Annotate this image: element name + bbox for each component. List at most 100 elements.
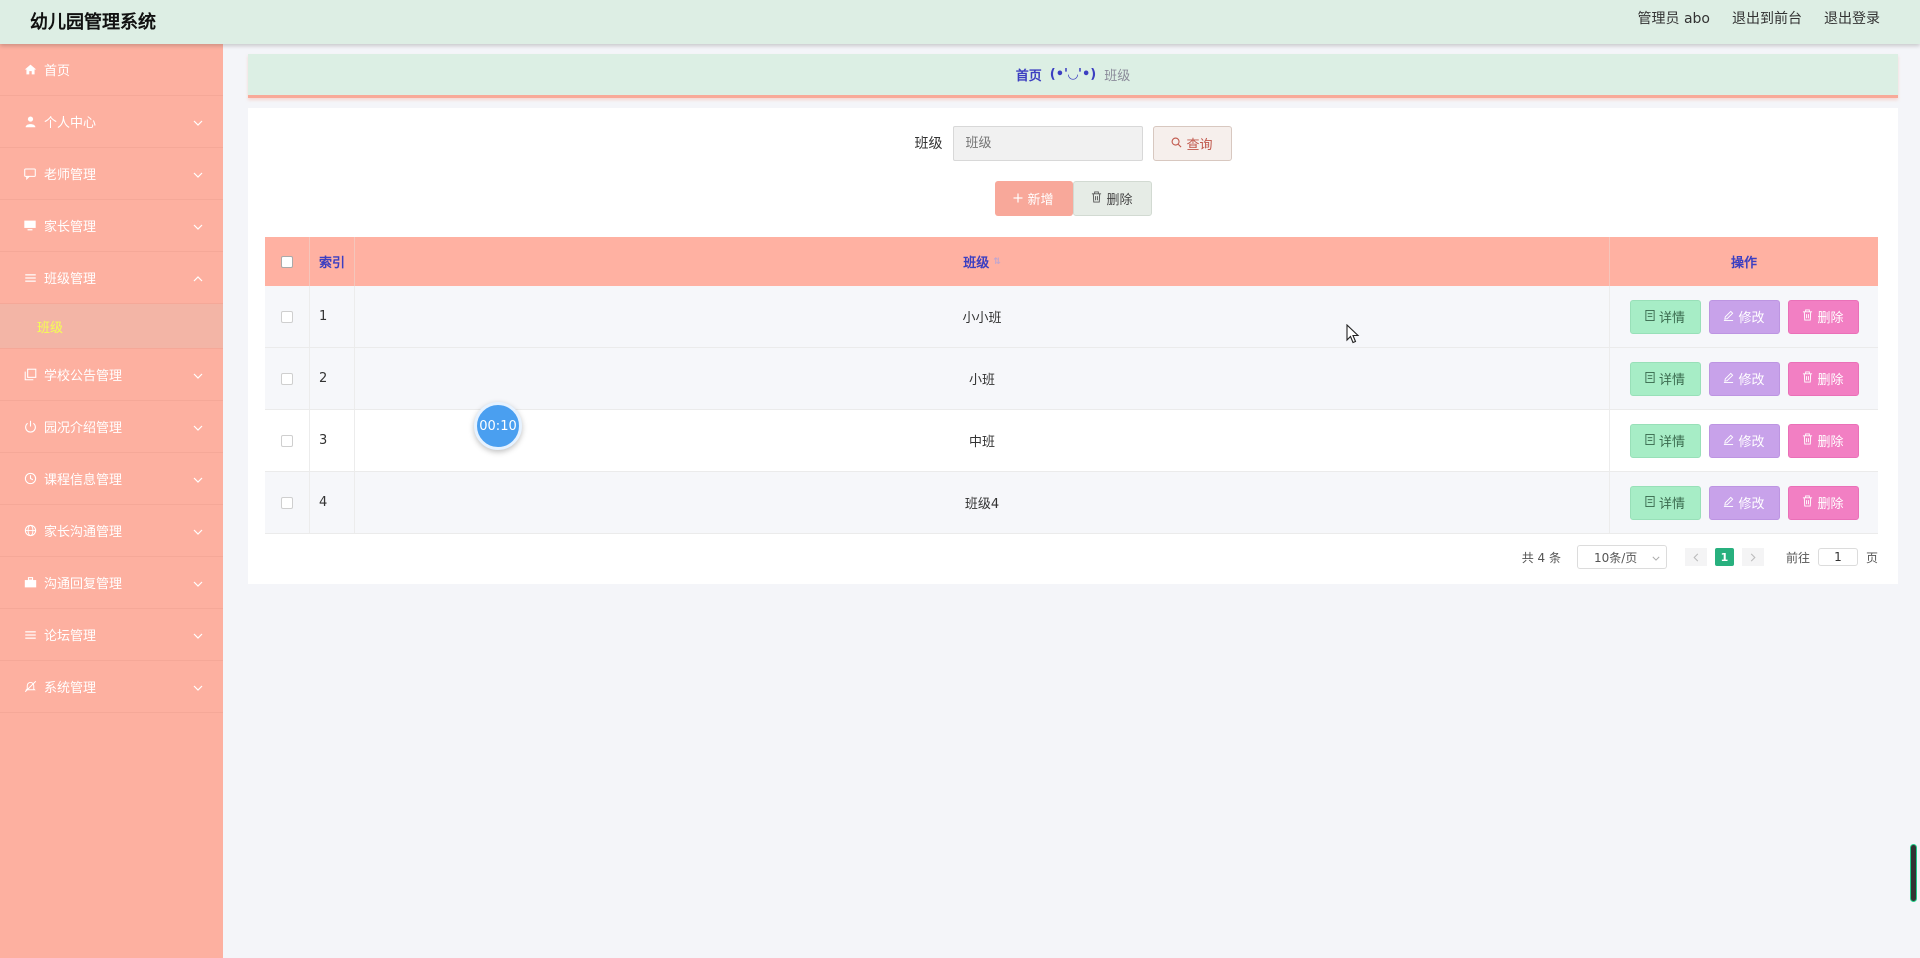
row-name: 小班: [355, 348, 1610, 409]
chevron-down-icon: [193, 576, 203, 591]
admin-label[interactable]: 管理员 abo: [1638, 8, 1710, 28]
page-number-active[interactable]: 1: [1714, 548, 1734, 566]
sidebar-item-course[interactable]: 课程信息管理: [0, 453, 223, 505]
edit-button[interactable]: 修改: [1708, 361, 1780, 396]
row-ops: 详情 修改 删除: [1610, 348, 1878, 409]
edit-label: 修改: [1738, 372, 1765, 387]
goto-suffix: 页: [1865, 550, 1878, 565]
sidebar-item-forum[interactable]: 论坛管理: [0, 609, 223, 661]
header-links: 管理员 abo 退出到前台 退出登录: [1638, 8, 1880, 28]
sidebar-item-communication[interactable]: 家长沟通管理: [0, 505, 223, 557]
edit-button[interactable]: 修改: [1708, 485, 1780, 520]
sidebar-item-teacher[interactable]: 老师管理: [0, 148, 223, 200]
row-name: 中班: [355, 410, 1610, 471]
row-checkbox[interactable]: [281, 496, 293, 509]
total-count: 共 4 条: [1521, 550, 1561, 565]
detail-label: 详情: [1658, 310, 1685, 325]
row-name: 班级4: [355, 472, 1610, 533]
search-label: 班级: [914, 136, 943, 152]
document-icon: [1645, 495, 1655, 510]
row-checkbox[interactable]: [281, 310, 293, 323]
row-checkbox[interactable]: [281, 372, 293, 385]
chevron-down-icon: [193, 167, 203, 182]
sidebar: 首页 个人中心 老师管理 家长管理 班级管理 班级 学校公告管理 园况介绍管理 …: [0, 44, 223, 958]
delete-button[interactable]: 删除: [1787, 361, 1859, 396]
header-index: 索引: [310, 237, 355, 286]
breadcrumb-home[interactable]: 首页: [1016, 65, 1042, 84]
table-row: 4 班级4 详情 修改 删除: [265, 472, 1878, 534]
sidebar-item-class[interactable]: 班级管理: [0, 252, 223, 304]
chevron-down-icon: [193, 472, 203, 487]
goto-page-input[interactable]: [1817, 548, 1858, 566]
delete-button[interactable]: 删除: [1787, 485, 1859, 520]
sidebar-item-announcement[interactable]: 学校公告管理: [0, 349, 223, 401]
delete-button[interactable]: 删除: [1787, 423, 1859, 458]
detail-button[interactable]: 详情: [1629, 299, 1701, 334]
add-button[interactable]: 新增: [994, 181, 1073, 216]
header-name[interactable]: 班级 ⇅: [355, 237, 1610, 286]
sidebar-item-label: 班级管理: [44, 272, 97, 287]
next-page-button[interactable]: [1741, 548, 1764, 566]
row-ops: 详情 修改 删除: [1610, 286, 1878, 347]
trash-icon: [1802, 433, 1813, 448]
copy-icon: [22, 367, 38, 383]
batch-delete-button[interactable]: 删除: [1072, 181, 1152, 216]
edit-label: 修改: [1738, 434, 1765, 449]
breadcrumb-current: 班级: [1104, 69, 1131, 84]
pencil-icon: [1723, 371, 1734, 386]
row-checkbox-cell: [265, 472, 310, 533]
edit-button[interactable]: 修改: [1708, 423, 1780, 458]
select-all-checkbox[interactable]: [281, 255, 293, 268]
query-button[interactable]: 查询: [1152, 125, 1232, 161]
class-table: 索引 班级 ⇅ 操作 1 小小班 详情 修改 删除 2 小班 详情 修改 删除 …: [265, 237, 1878, 534]
page-size-value: 10条/页: [1593, 550, 1638, 565]
globe-icon: [22, 523, 38, 539]
sidebar-item-label: 课程信息管理: [44, 473, 123, 488]
chevron-down-icon: [193, 420, 203, 435]
add-button-label: 新增: [1027, 192, 1054, 207]
search-icon: [1171, 136, 1182, 151]
row-name: 小小班: [355, 286, 1610, 347]
sidebar-item-intro[interactable]: 园况介绍管理: [0, 401, 223, 453]
sidebar-item-system[interactable]: 系统管理: [0, 661, 223, 713]
sidebar-item-personal-center[interactable]: 个人中心: [0, 96, 223, 148]
delete-label: 删除: [1817, 434, 1844, 449]
document-icon: [1645, 433, 1655, 448]
sidebar-item-home[interactable]: 首页: [0, 44, 223, 96]
search-row: 班级 查询: [248, 125, 1898, 161]
chat-icon: [22, 166, 38, 182]
sidebar-subitem-class[interactable]: 班级: [0, 304, 223, 349]
detail-label: 详情: [1658, 434, 1685, 449]
trash-icon: [1802, 495, 1813, 510]
row-checkbox-cell: [265, 410, 310, 471]
detail-button[interactable]: 详情: [1629, 361, 1701, 396]
sidebar-item-label: 论坛管理: [44, 629, 97, 644]
edit-label: 修改: [1738, 496, 1765, 511]
sort-icon[interactable]: ⇅: [993, 257, 1001, 267]
sidebar-item-label: 首页: [44, 64, 71, 79]
delete-button[interactable]: 删除: [1787, 299, 1859, 334]
recording-timer-badge[interactable]: 00:10: [474, 402, 522, 450]
prev-page-button[interactable]: [1684, 548, 1707, 566]
app-title: 幼儿园管理系统: [30, 12, 156, 33]
edit-button[interactable]: 修改: [1708, 299, 1780, 334]
detail-button[interactable]: 详情: [1629, 423, 1701, 458]
header-ops: 操作: [1730, 256, 1757, 271]
logout-link[interactable]: 退出登录: [1824, 8, 1880, 28]
sidebar-item-reply[interactable]: 沟通回复管理: [0, 557, 223, 609]
chevron-down-icon: [193, 219, 203, 234]
row-ops: 详情 修改 删除: [1610, 472, 1878, 533]
breadcrumb: 首页 (•'◡'•) 班级: [248, 54, 1898, 98]
chevron-down-icon: [193, 680, 203, 695]
page-size-select[interactable]: 10条/页: [1576, 545, 1667, 569]
sidebar-item-label: 学校公告管理: [44, 369, 123, 384]
sidebar-item-parent[interactable]: 家长管理: [0, 200, 223, 252]
search-input[interactable]: [952, 125, 1143, 161]
page-scrollbar[interactable]: [1910, 844, 1917, 902]
detail-button[interactable]: 详情: [1629, 485, 1701, 520]
row-checkbox[interactable]: [281, 434, 293, 447]
exit-to-front-link[interactable]: 退出到前台: [1732, 8, 1802, 28]
row-checkbox-cell: [265, 348, 310, 409]
trash-icon: [1802, 371, 1813, 386]
clock-icon: [22, 471, 38, 487]
